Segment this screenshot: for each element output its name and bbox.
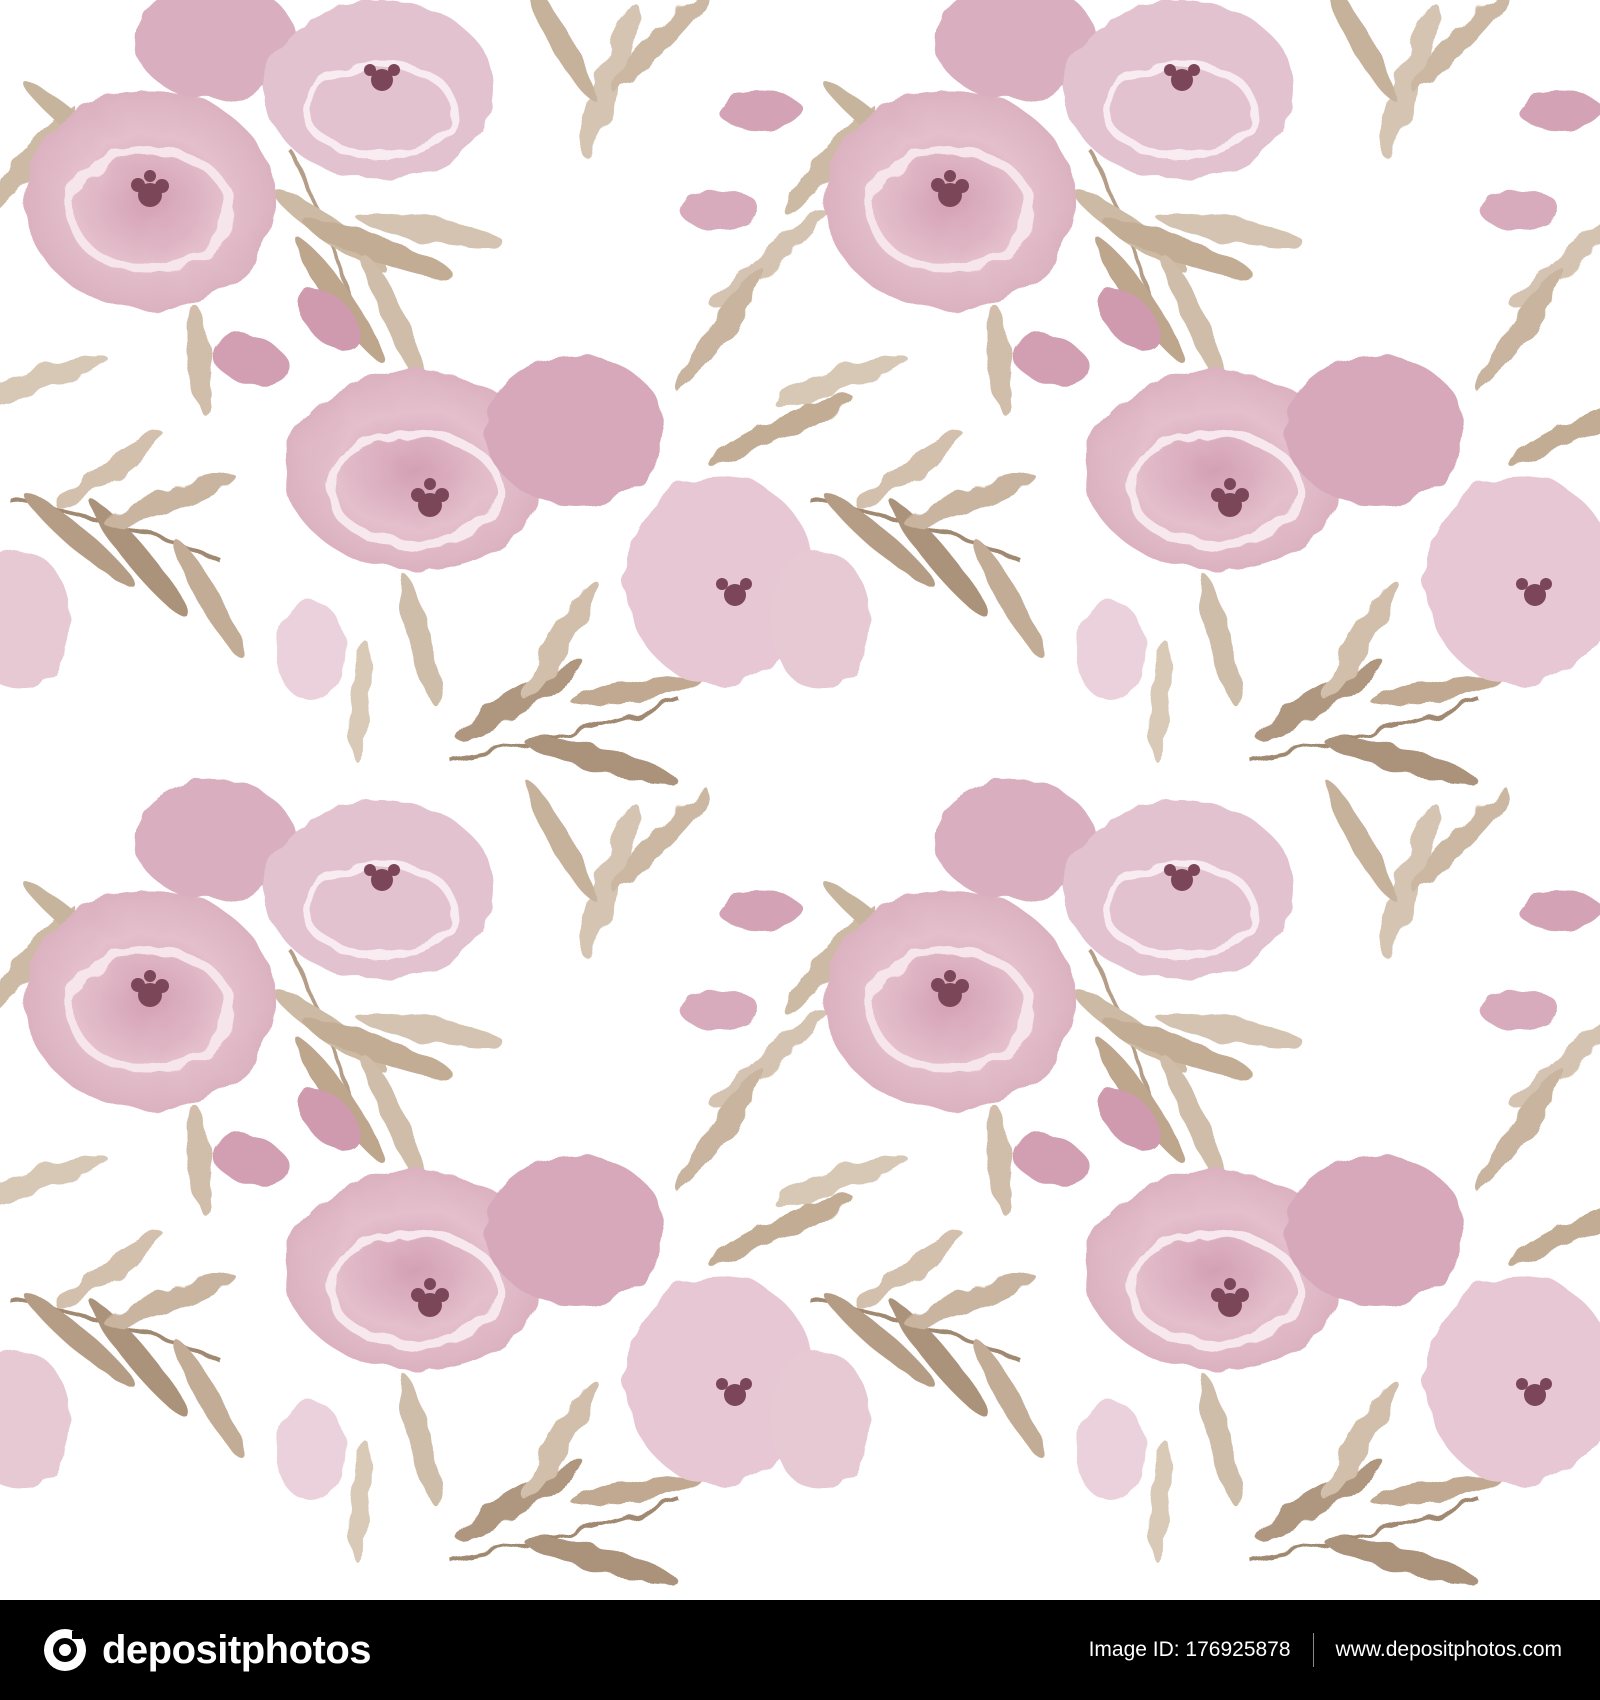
image-id: Image ID: 176925878 — [1088, 1638, 1291, 1661]
pattern-canvas — [0, 0, 1600, 1600]
depositphotos-logo-icon — [44, 1629, 86, 1671]
watercolor-floral-pattern — [0, 0, 1600, 1600]
brand-logo[interactable]: depositphotos — [42, 1627, 372, 1673]
watermark-footer: depositphotos Image ID: 176925878 www.de… — [0, 1600, 1600, 1700]
brand-name: depositphotos — [102, 1627, 372, 1672]
image-meta: Image ID: 176925878 www.depositphotos.co… — [1089, 1633, 1562, 1667]
meta-divider — [1312, 1633, 1314, 1667]
website-link[interactable]: www.depositphotos.com — [1336, 1638, 1562, 1662]
